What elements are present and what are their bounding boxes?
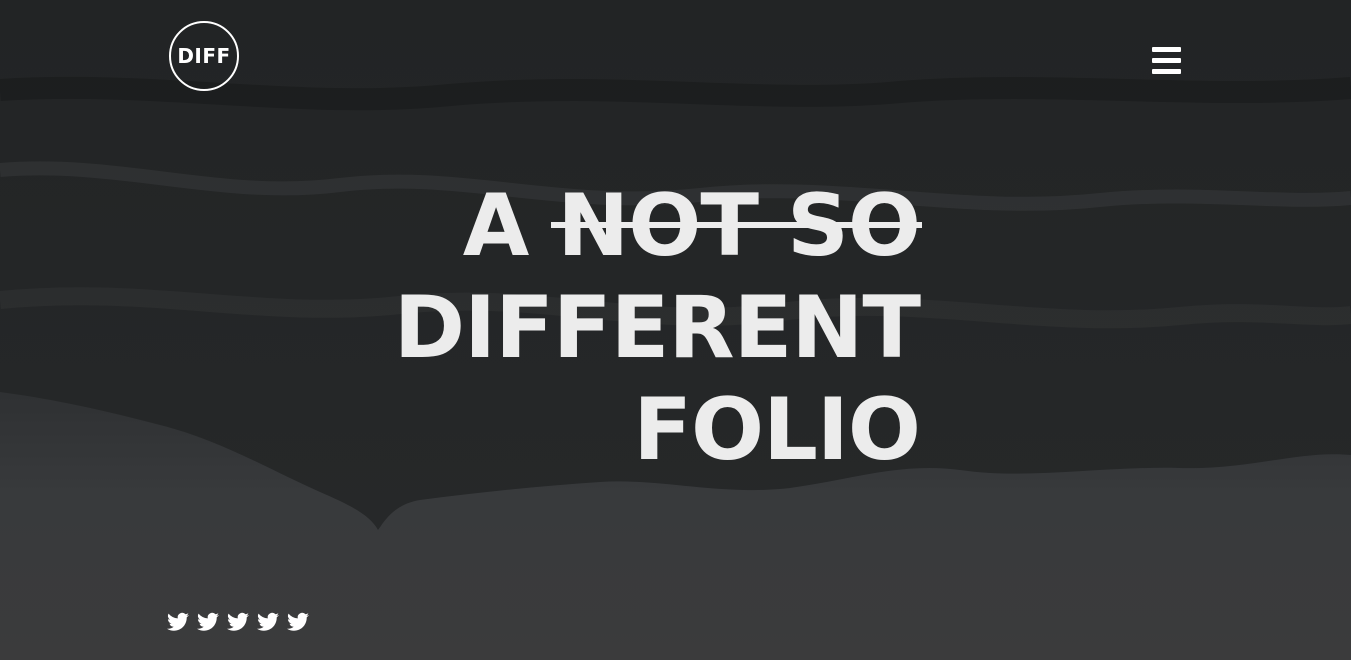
twitter-icon[interactable] bbox=[287, 612, 309, 632]
twitter-icon[interactable] bbox=[167, 612, 189, 632]
menu-bar-middle bbox=[1152, 58, 1181, 63]
menu-bar-top bbox=[1152, 47, 1181, 52]
twitter-icon[interactable] bbox=[257, 612, 279, 632]
headline-line-2: DIFFERENT bbox=[393, 278, 921, 378]
twitter-icon[interactable] bbox=[227, 612, 249, 632]
menu-bar-bottom bbox=[1152, 69, 1181, 74]
twitter-icon[interactable] bbox=[197, 612, 219, 632]
headline-struck-text: NOT SO bbox=[551, 176, 922, 276]
social-links bbox=[167, 612, 309, 632]
headline-word-a: A bbox=[462, 176, 530, 276]
diff-logo[interactable]: DIFF bbox=[169, 21, 239, 91]
logo-text: DIFF bbox=[177, 44, 231, 68]
hero-section: DIFF A NOT SO DIFFERENT FOLIO bbox=[0, 0, 1351, 660]
hero-headline: A NOT SO DIFFERENT FOLIO bbox=[393, 175, 922, 481]
hamburger-menu-icon[interactable] bbox=[1152, 47, 1181, 75]
headline-line-1: A NOT SO bbox=[394, 175, 922, 277]
headline-line-3: FOLIO bbox=[633, 380, 921, 480]
